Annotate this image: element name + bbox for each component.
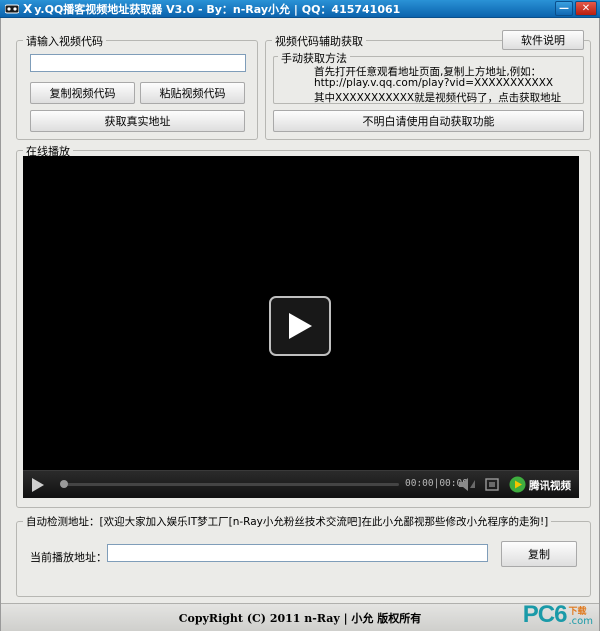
current-url-label: 当前播放地址： — [30, 551, 107, 564]
window-title: y.QQ播客视频地址获取器 V3.0 - By：n-Ray小允 | QQ：415… — [34, 2, 401, 16]
play-small-icon[interactable] — [31, 478, 45, 492]
auto-get-button[interactable]: 不明白请使用自动获取功能 — [273, 110, 584, 132]
get-real-url-button[interactable]: 获取真实地址 — [30, 110, 245, 132]
manual-box: 手动获取方法 首先打开任意观看地址页面,复制上方地址,例如： http://pl… — [273, 50, 584, 104]
copyright-text: CopyRight (C) 2011 n-Ray | 小允 版权所有 — [178, 611, 422, 625]
brand-text: 腾讯视频 — [529, 480, 571, 492]
x-mark: X — [23, 1, 33, 16]
pc6-watermark: PC6 下载 .com — [523, 603, 593, 627]
big-play-button[interactable] — [269, 296, 331, 356]
current-url-input[interactable] — [107, 544, 488, 562]
helper-group-title: 视频代码辅助获取 — [272, 33, 366, 49]
paste-code-button[interactable]: 粘贴视频代码 — [140, 82, 245, 104]
progress-handle[interactable] — [60, 480, 68, 488]
detect-group: 自动检测地址：[欢迎大家加入娱乐IT梦工厂[n-Ray小允粉丝技术交流吧]在此小… — [16, 514, 591, 597]
detect-group-title: 自动检测地址：[欢迎大家加入娱乐IT梦工厂[n-Ray小允粉丝技术交流吧]在此小… — [23, 514, 552, 529]
progress-track[interactable] — [60, 480, 399, 488]
video-player[interactable]: 00:00|00:00 腾讯视频 — [23, 156, 579, 498]
fullscreen-icon[interactable] — [485, 478, 499, 491]
play-icon — [289, 313, 312, 339]
app-icon — [3, 2, 21, 16]
video-control-bar: 00:00|00:00 腾讯视频 — [23, 470, 579, 498]
helper-group: 视频代码辅助获取 软件说明 手动获取方法 首先打开任意观看地址页面,复制上方地址… — [265, 30, 591, 140]
input-group-title: 请输入视频代码 — [23, 33, 106, 49]
tencent-video-logo-icon — [509, 476, 526, 493]
close-button[interactable]: ✕ — [575, 1, 597, 16]
manual-line-2: http://play.v.qq.com/play?vid=XXXXXXXXXX… — [314, 77, 554, 89]
watermark-text: PC6 — [522, 601, 568, 628]
manual-line-3: 其中XXXXXXXXXXX就是视频代码了，点击获取地址 — [314, 92, 562, 104]
watermark-domain: .com — [568, 616, 593, 627]
minimize-button[interactable]: — — [555, 1, 573, 16]
copy-url-button[interactable]: 复制 — [501, 541, 577, 567]
title-bar: X y.QQ播客视频地址获取器 V3.0 - By：n-Ray小允 | QQ：4… — [0, 0, 600, 18]
input-group: 请输入视频代码 复制视频代码 粘贴视频代码 获取真实地址 — [16, 33, 258, 140]
volume-icon[interactable] — [459, 478, 475, 491]
video-code-input[interactable] — [30, 54, 246, 72]
about-button[interactable]: 软件说明 — [502, 30, 584, 50]
window-client: 请输入视频代码 复制视频代码 粘贴视频代码 获取真实地址 视频代码辅助获取 软件… — [0, 18, 600, 631]
copy-code-button[interactable]: 复制视频代码 — [30, 82, 135, 104]
footer-bar: CopyRight (C) 2011 n-Ray | 小允 版权所有 — [1, 603, 599, 631]
